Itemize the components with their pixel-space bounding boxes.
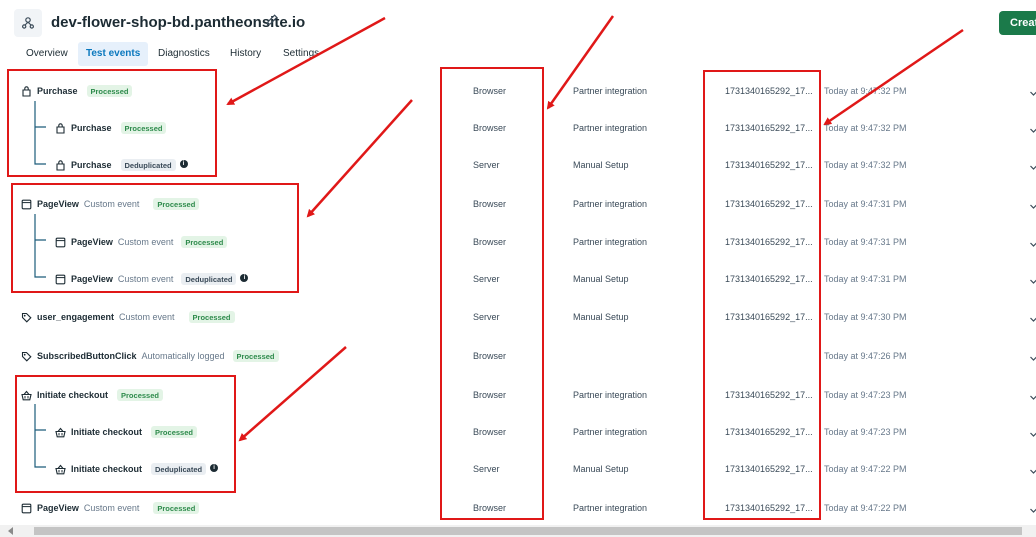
chevron-down-icon[interactable]	[1029, 350, 1036, 361]
event-timestamp: Today at 9:47:31 PM	[824, 237, 907, 247]
integration-method: Partner integration	[573, 86, 648, 96]
chevron-down-icon[interactable]	[1029, 236, 1036, 247]
event-timestamp: Today at 9:47:23 PM	[824, 427, 907, 437]
horizontal-scrollbar[interactable]	[0, 525, 1036, 537]
integration-method: Partner integration	[573, 503, 648, 513]
highlight-box-event-id-column	[703, 70, 821, 520]
chevron-down-icon[interactable]	[1029, 502, 1036, 513]
chevron-down-icon[interactable]	[1029, 159, 1036, 170]
event-timestamp: Today at 9:47:32 PM	[824, 160, 907, 170]
integration-method: Manual Setup	[573, 274, 629, 284]
event-timestamp: Today at 9:47:31 PM	[824, 199, 907, 209]
scroll-thumb[interactable]	[34, 527, 1022, 535]
chevron-down-icon[interactable]	[1029, 198, 1036, 209]
event-timestamp: Today at 9:47:31 PM	[824, 274, 907, 284]
integration-method: Partner integration	[573, 427, 648, 437]
integration-method: Partner integration	[573, 390, 648, 400]
integration-method: Partner integration	[573, 123, 648, 133]
chevron-down-icon[interactable]	[1029, 389, 1036, 400]
chevron-down-icon[interactable]	[1029, 311, 1036, 322]
create-button[interactable]: Create	[999, 11, 1036, 35]
integration-method: Manual Setup	[573, 160, 629, 170]
event-timestamp: Today at 9:47:22 PM	[824, 503, 907, 513]
event-timestamp: Today at 9:47:32 PM	[824, 123, 907, 133]
chevron-down-icon[interactable]	[1029, 426, 1036, 437]
integration-method: Partner integration	[573, 237, 648, 247]
integration-method: Partner integration	[573, 199, 648, 209]
chevron-down-icon[interactable]	[1029, 85, 1036, 96]
highlight-box-source-column	[440, 67, 544, 520]
integration-method: Manual Setup	[573, 312, 629, 322]
event-timestamp: Today at 9:47:23 PM	[824, 390, 907, 400]
highlight-box-checkout-group	[15, 375, 236, 493]
highlight-box-pageview-group	[11, 183, 299, 293]
event-timestamp: Today at 9:47:30 PM	[824, 312, 907, 322]
integration-method: Manual Setup	[573, 464, 629, 474]
event-timestamp: Today at 9:47:22 PM	[824, 464, 907, 474]
chevron-down-icon[interactable]	[1029, 463, 1036, 474]
chevron-down-icon[interactable]	[1029, 122, 1036, 133]
chevron-down-icon[interactable]	[1029, 273, 1036, 284]
highlight-box-purchase-group	[7, 69, 217, 177]
event-timestamp: Today at 9:47:32 PM	[824, 86, 907, 96]
event-timestamp: Today at 9:47:26 PM	[824, 351, 907, 361]
scroll-left-icon[interactable]	[8, 527, 13, 535]
